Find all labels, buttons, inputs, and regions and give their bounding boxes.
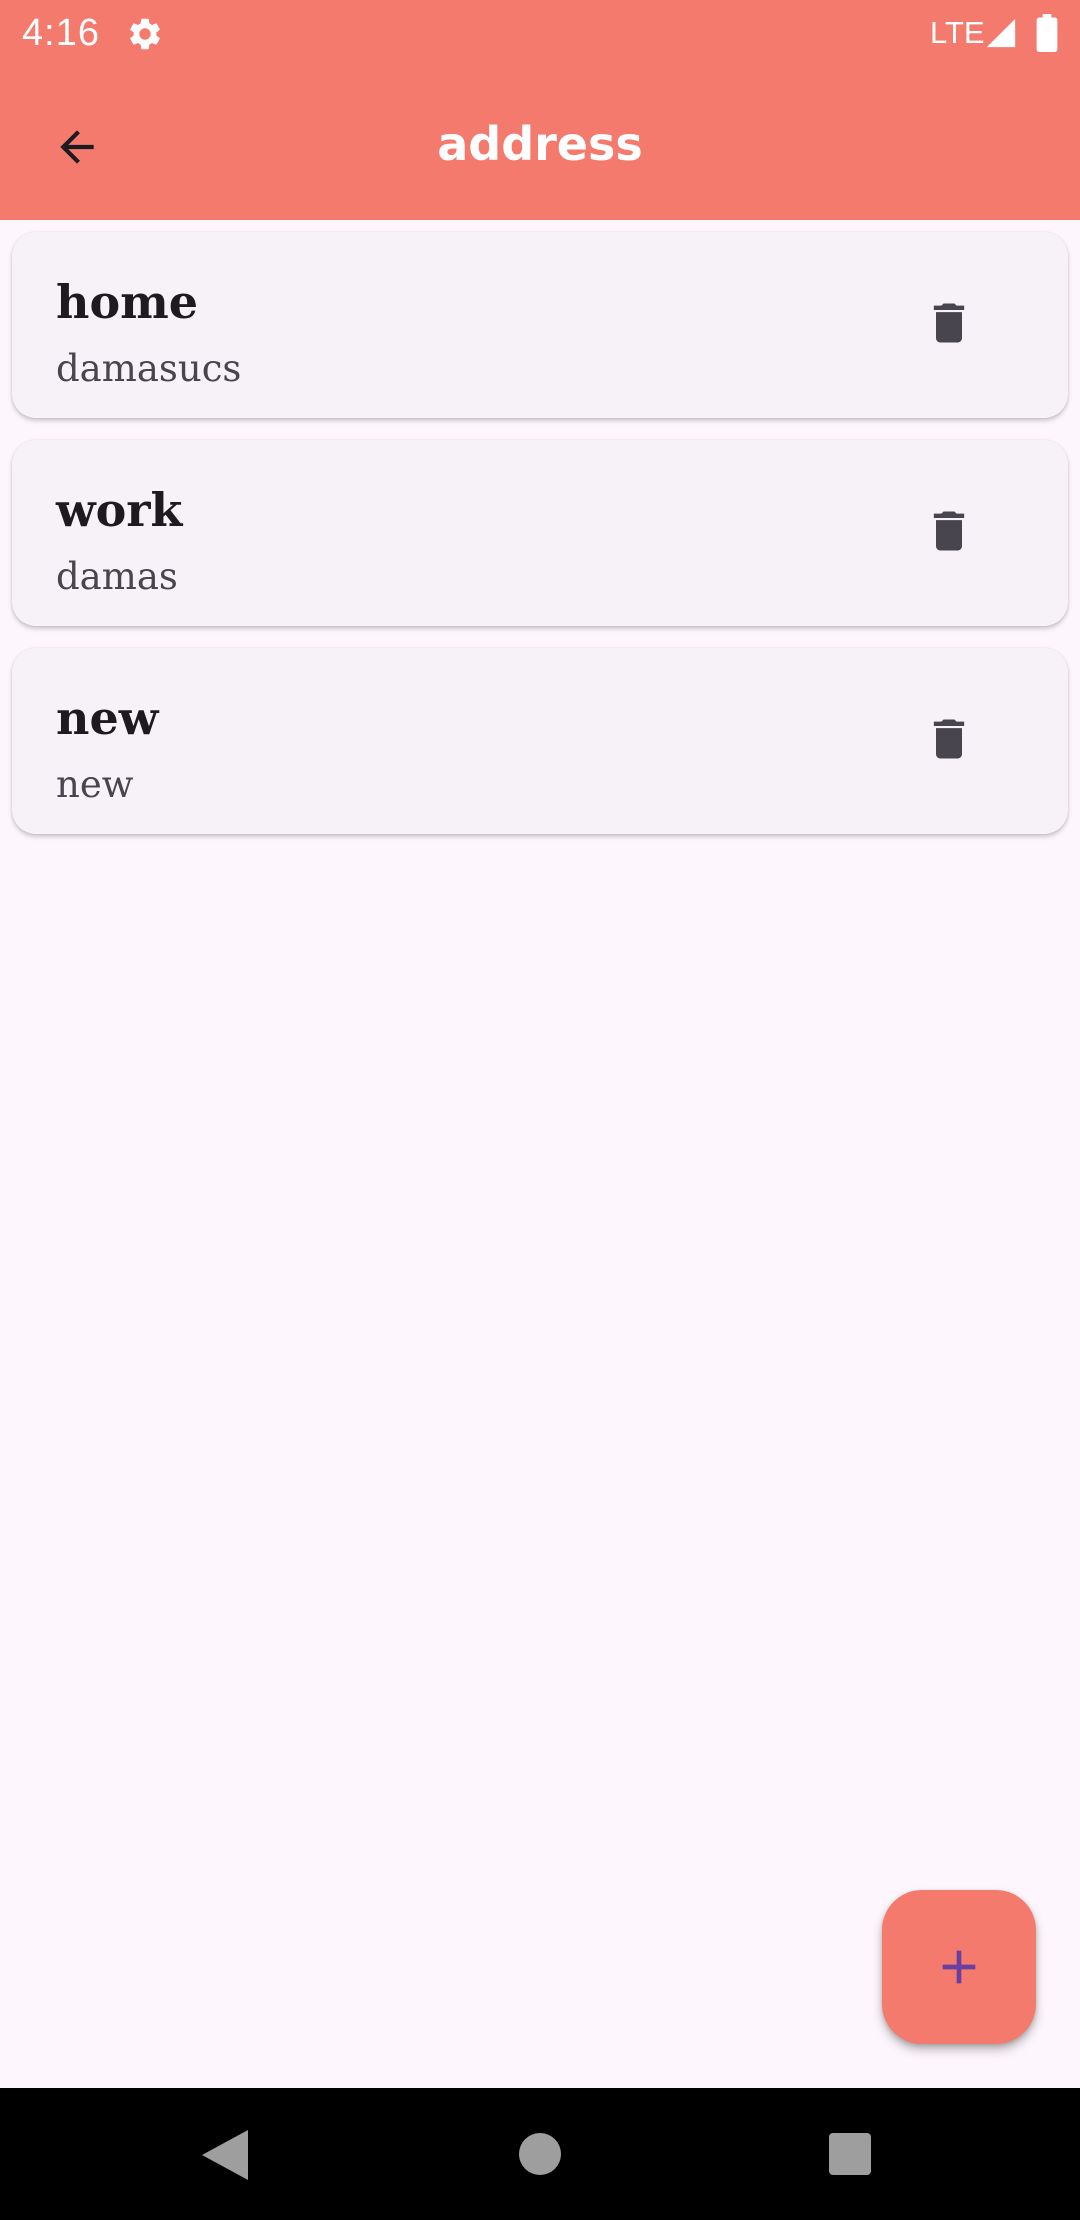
status-bar: 4:16 LTE [0,0,1080,66]
delete-button[interactable] [918,708,980,770]
address-title: home [56,275,199,329]
address-subtitle: damas [56,555,178,598]
app-bar: address [0,66,1080,220]
address-card-work[interactable]: work damas [12,440,1068,626]
trash-icon [933,303,965,343]
nav-back-icon[interactable] [202,2130,248,2180]
nav-recents-icon[interactable] [828,2132,872,2176]
battery-icon [1036,14,1058,52]
address-card-new[interactable]: new new [12,648,1068,834]
delete-button[interactable] [918,500,980,562]
network-type: LTE [930,15,985,50]
system-nav-bar [0,2088,1080,2220]
address-subtitle: new [56,763,134,806]
trash-icon [933,719,965,759]
address-title: work [56,483,183,537]
address-title: new [56,691,159,745]
address-card-home[interactable]: home damasucs [12,232,1068,418]
trash-icon [933,511,965,551]
plus-icon [942,1950,976,1984]
page-title: address [437,117,643,171]
signal-icon [986,18,1016,48]
address-subtitle: damasucs [56,347,242,390]
nav-home-icon[interactable] [518,2132,562,2176]
add-address-button[interactable] [882,1890,1036,2044]
gear-icon [130,18,160,50]
status-time: 4:16 [22,12,100,54]
delete-button[interactable] [918,292,980,354]
